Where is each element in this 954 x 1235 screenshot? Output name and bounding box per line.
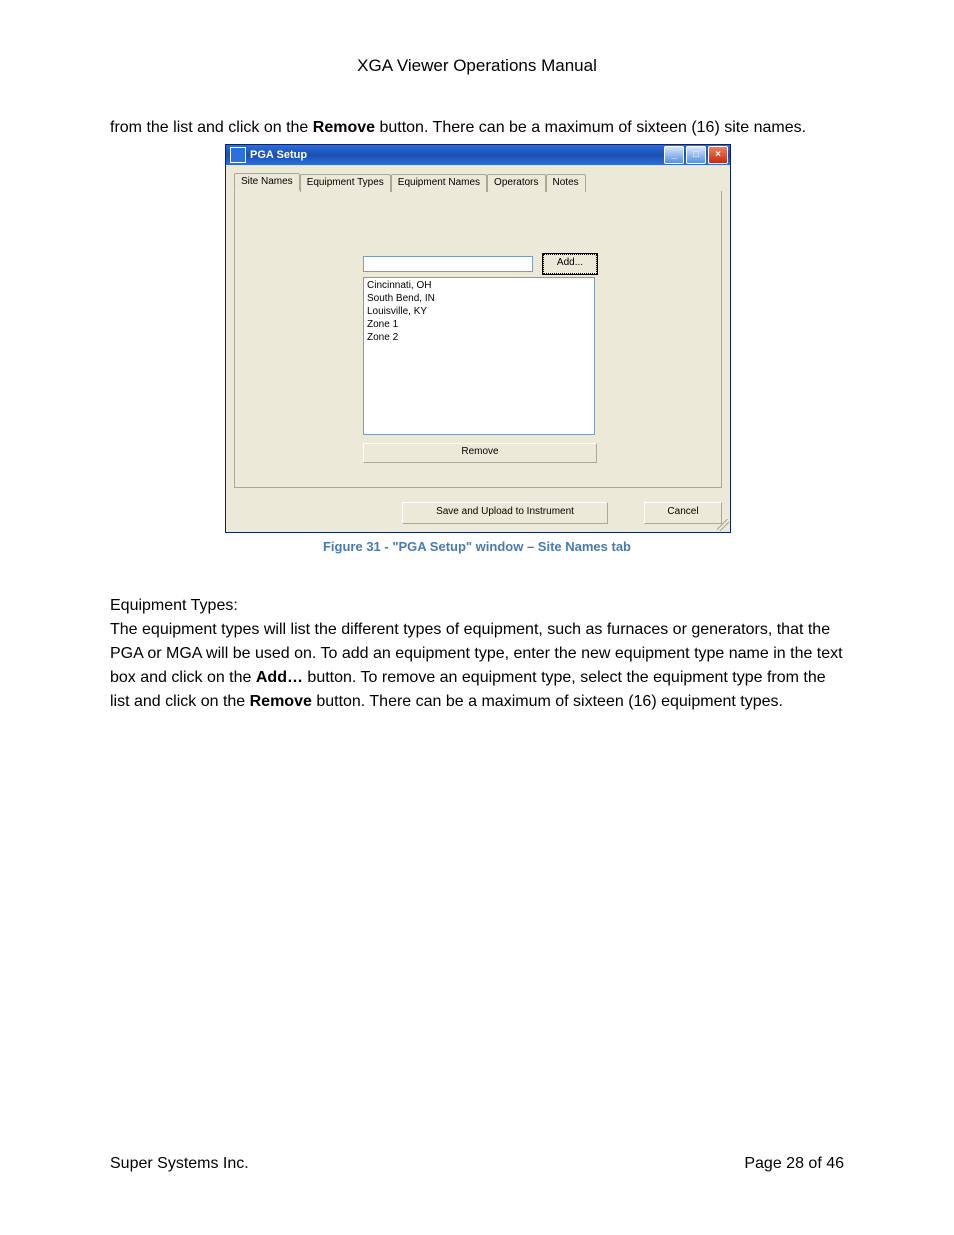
list-item[interactable]: Cincinnati, OH	[367, 279, 591, 292]
text: button. There can be a maximum of sixtee…	[312, 693, 783, 710]
site-name-input[interactable]	[363, 256, 533, 272]
bold-remove: Remove	[313, 119, 375, 136]
section-heading-equipment-types: Equipment Types:	[110, 594, 844, 618]
dialog-buttons: Save and Upload to Instrument Cancel	[226, 496, 730, 532]
list-item[interactable]: Zone 1	[367, 318, 591, 331]
tab-site-names[interactable]: Site Names	[234, 173, 300, 191]
list-item[interactable]: Louisville, KY	[367, 305, 591, 318]
cancel-button[interactable]: Cancel	[644, 502, 722, 524]
tab-operators[interactable]: Operators	[487, 174, 545, 192]
add-button[interactable]: Add...	[543, 254, 597, 274]
figure-caption: Figure 31 - "PGA Setup" window – Site Na…	[225, 539, 729, 554]
tab-equipment-types[interactable]: Equipment Types	[300, 174, 391, 192]
tab-equipment-names[interactable]: Equipment Names	[391, 174, 487, 192]
save-upload-button[interactable]: Save and Upload to Instrument	[402, 502, 608, 524]
bold-add: Add…	[256, 669, 303, 686]
tab-panel: Site Names Equipment Types Equipment Nam…	[234, 191, 722, 488]
text: from the list and click on the	[110, 119, 313, 136]
body-paragraph-2: The equipment types will list the differ…	[110, 618, 844, 714]
maximize-button[interactable]: □	[686, 146, 706, 164]
list-item[interactable]: South Bend, IN	[367, 292, 591, 305]
minimize-icon: _	[671, 150, 677, 160]
minimize-button[interactable]: _	[664, 146, 684, 164]
bold-remove-2: Remove	[250, 693, 312, 710]
list-item[interactable]: Zone 2	[367, 331, 591, 344]
body-paragraph-1: from the list and click on the Remove bu…	[110, 116, 844, 140]
close-button[interactable]: ×	[708, 146, 728, 164]
remove-button[interactable]: Remove	[363, 443, 597, 463]
footer-company: Super Systems Inc.	[110, 1155, 249, 1173]
resize-grip-icon[interactable]	[717, 519, 729, 531]
maximize-icon: □	[693, 150, 699, 160]
pga-setup-window: PGA Setup _ □ × Site Names Equipment Typ…	[225, 144, 731, 533]
footer-page-number: Page 28 of 46	[744, 1155, 844, 1173]
close-icon: ×	[715, 150, 721, 160]
tab-notes[interactable]: Notes	[546, 174, 586, 192]
app-icon	[230, 147, 246, 163]
page-footer: Super Systems Inc. Page 28 of 46	[110, 1155, 844, 1173]
text: button. There can be a maximum of sixtee…	[375, 119, 806, 136]
tabs-row: Site Names Equipment Types Equipment Nam…	[234, 173, 586, 191]
site-names-listbox[interactable]: Cincinnati, OH South Bend, IN Louisville…	[363, 277, 595, 435]
window-title: PGA Setup	[250, 149, 664, 161]
titlebar[interactable]: PGA Setup _ □ ×	[226, 145, 730, 165]
document-header: XGA Viewer Operations Manual	[110, 56, 844, 76]
